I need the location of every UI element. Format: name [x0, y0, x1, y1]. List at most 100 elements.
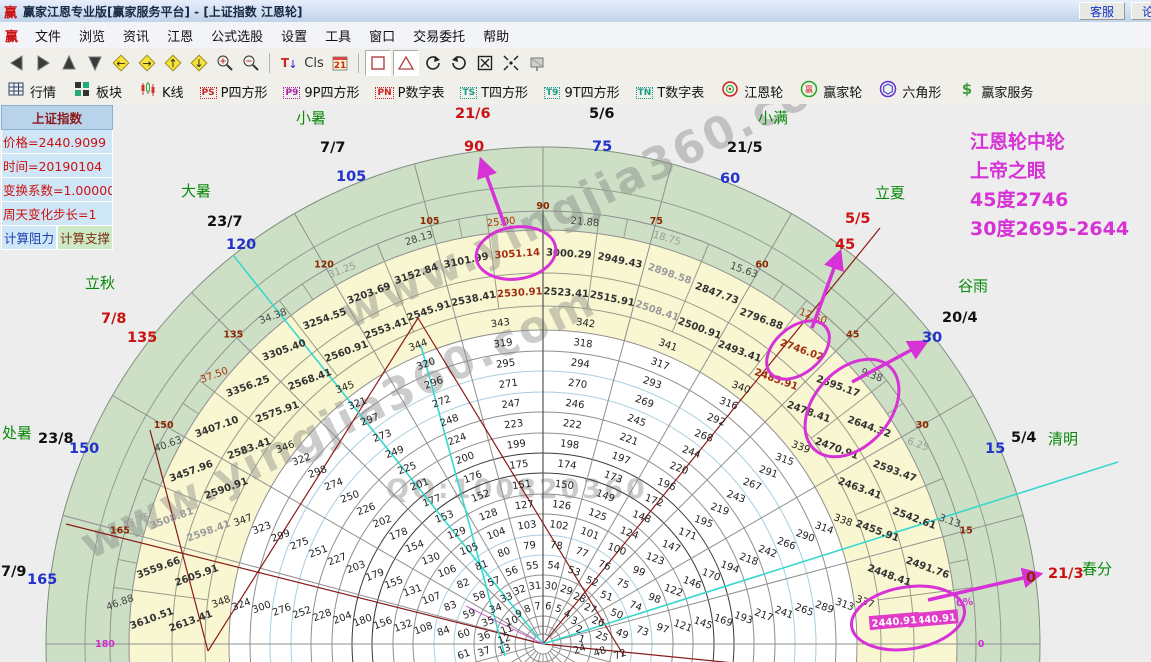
outer-label: 7/8: [101, 311, 126, 327]
menu-item-资讯[interactable]: 资讯: [114, 23, 158, 48]
menu-item-设置[interactable]: 设置: [272, 23, 316, 48]
outer-label: 21/3: [1048, 566, 1084, 582]
outer-label: 小满: [758, 109, 788, 127]
ribbon-item-T数字表[interactable]: TN T数字表: [635, 82, 704, 101]
degree-ring-label: 15: [959, 526, 972, 537]
svg-text:→: →: [142, 57, 151, 70]
hexagon-icon: [878, 79, 898, 103]
menu-item-工具[interactable]: 工具: [316, 23, 360, 48]
outer-label: 处暑: [2, 424, 32, 442]
ribbon-item-P四方形[interactable]: PS P四方形: [199, 82, 267, 101]
svg-text:↓: ↓: [194, 57, 203, 70]
gann-wheel-chart-area[interactable]: www.yingjia360.comwww.yingjia360.comQQ:1…: [0, 104, 1151, 662]
outer-label: 105: [336, 169, 366, 185]
spiral-number: 30: [544, 580, 558, 593]
triangle-icon[interactable]: [393, 50, 419, 76]
kline-icon: [138, 79, 158, 103]
ribbon-item-行情[interactable]: 行情: [6, 79, 56, 103]
outer-label: 45: [835, 237, 855, 253]
badge-P9-icon: P9: [283, 86, 301, 99]
menu-item-窗口[interactable]: 窗口: [360, 23, 404, 48]
t-adjust-icon[interactable]: T ↓: [276, 51, 300, 75]
outer-label: 21/6: [455, 106, 491, 122]
zoom-out-icon[interactable]: [239, 51, 263, 75]
degree-ring-label: 105: [420, 216, 440, 227]
outer-label: 15: [985, 441, 1005, 457]
outer-label: 5/5: [845, 211, 870, 227]
menu-item-交易委托[interactable]: 交易委托: [404, 23, 474, 48]
ribbon-item-江恩轮[interactable]: 江恩轮: [720, 79, 783, 103]
quote-row-3: 周天变化步长=1: [1, 202, 113, 226]
badge-PS-icon: PS: [199, 86, 217, 99]
rotate-ccw-icon[interactable]: [421, 51, 445, 75]
outer-label: 23/7: [207, 214, 243, 230]
outer-label: 120: [226, 237, 256, 253]
calc-resistance-button[interactable]: 计算阻力: [1, 226, 57, 250]
ribbon-item-赢家服务[interactable]: $ 赢家服务: [957, 79, 1033, 103]
spiral-number: 79: [523, 540, 537, 553]
ribbon-item-9T四方形[interactable]: T9 9T四方形: [544, 82, 620, 101]
degree-ring-label: 180: [95, 639, 115, 650]
cls-button[interactable]: Cls: [302, 51, 326, 75]
menu-item-江恩[interactable]: 江恩: [158, 23, 202, 48]
ribbon-item-9P四方形[interactable]: P9 9P四方形: [283, 82, 359, 101]
support-button[interactable]: 客服: [1078, 2, 1125, 20]
forum-button[interactable]: 论坛: [1130, 2, 1151, 20]
xbox-icon[interactable]: [473, 51, 497, 75]
toolbar-main: ← → ↑ ↓ T ↓ Cls 21: [0, 48, 1151, 79]
outer-label: 小暑: [296, 109, 326, 127]
menu-bar: 赢 文件 浏览 资讯 江恩 公式选股 设置 工具 窗口 交易委托 帮助: [0, 22, 1151, 49]
outer-label: 165: [27, 572, 57, 588]
menu-item-帮助[interactable]: 帮助: [474, 23, 518, 48]
spiral-number: 31: [528, 580, 542, 593]
tri-up-icon[interactable]: [57, 51, 81, 75]
gann-wheel[interactable]: www.yingjia360.comwww.yingjia360.comQQ:1…: [0, 104, 1151, 662]
ribbon-item-六角形[interactable]: 六角形: [878, 79, 941, 103]
dia-down-icon[interactable]: ↓: [187, 51, 211, 75]
ribbon-item-K线[interactable]: K线: [138, 79, 184, 103]
ribbon-item-赢家轮[interactable]: 赢赢家轮: [799, 79, 862, 103]
menu-item-文件[interactable]: 文件: [26, 23, 70, 48]
calc-support-button[interactable]: 计算支撑: [57, 226, 113, 250]
dia-left-icon[interactable]: ←: [109, 51, 133, 75]
spiral-number: 54: [547, 560, 561, 573]
tri-right-icon[interactable]: [31, 51, 55, 75]
outer-label: 21/5: [727, 140, 763, 156]
degree-ring-label: 30: [916, 420, 930, 431]
ribbon-item-P数字表[interactable]: PN P数字表: [375, 82, 444, 101]
ribbon-item-T四方形[interactable]: TS T四方形: [460, 82, 528, 101]
degree-ring-label: 45: [846, 329, 859, 340]
app-logo-icon: 赢: [4, 5, 18, 21]
outer-label: 7/7: [320, 140, 345, 156]
outer-label: 7/9: [1, 564, 26, 580]
ribbon-item-板块[interactable]: 板块: [72, 79, 122, 103]
toolbar-ribbon: 行情 板块 K线 PS P四方形 P9 9P四方形 PN P数字表 TS T四方形 T9 9T四方形 TN…: [0, 78, 1151, 105]
outer-label: 90: [464, 139, 484, 155]
zoom-in-icon[interactable]: [213, 51, 237, 75]
svg-text:21: 21: [334, 61, 347, 71]
quote-panel-rows: 价格=2440.9099 时间=20190104 变换系数=1.00000 周天变化步…: [1, 130, 113, 226]
dia-up-icon[interactable]: ↑: [161, 51, 185, 75]
blocks-icon: [72, 79, 92, 103]
svg-text:$: $: [962, 80, 972, 98]
dollar-icon: $: [957, 79, 977, 103]
target-icon: [720, 79, 740, 103]
rotate-cw-icon[interactable]: [447, 51, 471, 75]
contract-icon[interactable]: [499, 51, 523, 75]
toolbar-separator: [269, 53, 270, 73]
degree-ring-label: 150: [154, 420, 174, 431]
calendar-icon[interactable]: 21: [328, 51, 352, 75]
tri-left-icon[interactable]: [5, 51, 29, 75]
menu-item-公式选股[interactable]: 公式选股: [202, 23, 272, 48]
menu-item-浏览[interactable]: 浏览: [70, 23, 114, 48]
square-icon[interactable]: [365, 50, 391, 76]
quote-row-2: 变换系数=1.00000: [1, 178, 113, 202]
badge-PN-icon: PN: [375, 86, 394, 99]
outer-label: 立秋: [85, 274, 115, 292]
outer-label: 谷雨: [958, 277, 988, 295]
screen-icon[interactable]: [525, 51, 549, 75]
gann-note-line: 江恩轮中轮: [970, 130, 1065, 153]
dia-right-icon[interactable]: →: [135, 51, 159, 75]
outer-label: 135: [127, 330, 157, 346]
tri-down-icon[interactable]: [83, 51, 107, 75]
